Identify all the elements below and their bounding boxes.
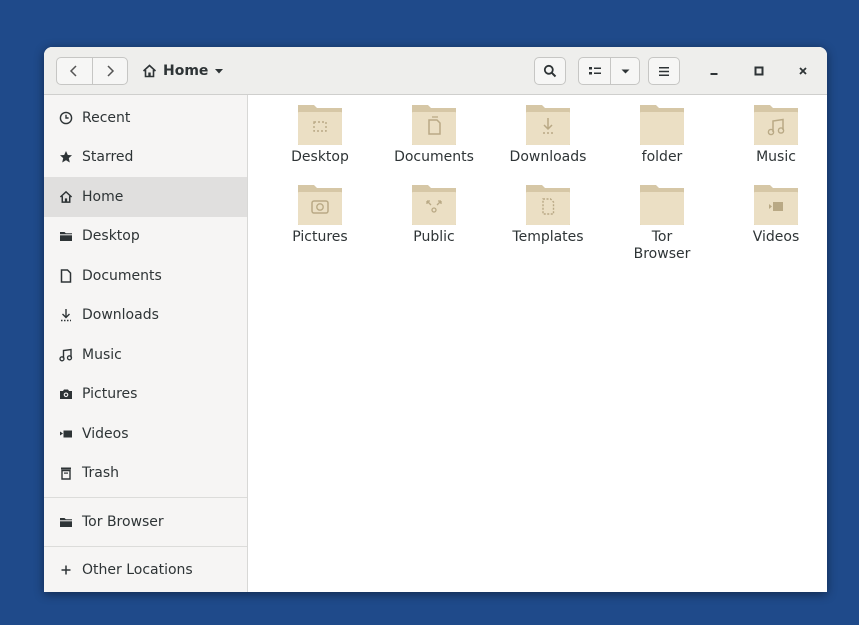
- file-item-videos[interactable]: Videos: [719, 183, 827, 246]
- file-label: Music: [756, 149, 796, 165]
- templates-folder-icon: [526, 185, 570, 225]
- chevron-right-icon: [107, 65, 114, 77]
- music-folder-icon: [754, 105, 798, 145]
- chevron-left-icon: [70, 65, 77, 77]
- sidebar-item-documents[interactable]: Documents: [44, 256, 247, 296]
- navigation-buttons: [56, 57, 128, 85]
- plus-icon: [61, 565, 71, 575]
- folder-icon: [60, 232, 72, 242]
- clock-icon: [59, 111, 73, 125]
- header-bar: Home: [44, 47, 827, 95]
- list-view-icon: [588, 67, 601, 75]
- pictures-folder-icon: [298, 185, 342, 225]
- sidebar-item-label: Music: [82, 346, 122, 363]
- folder-icon: [640, 105, 684, 145]
- chevron-down-icon: [215, 69, 224, 74]
- forward-button[interactable]: [91, 58, 128, 84]
- file-label: folder: [641, 149, 683, 165]
- sidebar-item-label: Starred: [82, 149, 134, 166]
- public-folder-icon: [412, 185, 456, 225]
- downloads-folder-icon: [526, 105, 570, 145]
- sidebar-item-label: Desktop: [82, 228, 140, 245]
- maximize-button[interactable]: [745, 57, 773, 85]
- close-button[interactable]: [789, 57, 817, 85]
- sidebar-item-starred[interactable]: Starred: [44, 138, 247, 178]
- back-button[interactable]: [57, 58, 92, 84]
- path-label: Home: [163, 63, 209, 79]
- file-item-documents[interactable]: Documents: [377, 103, 491, 166]
- search-button[interactable]: [534, 57, 566, 85]
- home-icon: [142, 64, 157, 78]
- path-bar-home[interactable]: Home: [142, 57, 224, 85]
- file-manager-window: Home Recent Starred Home Desktop Documen…: [44, 47, 827, 592]
- sidebar-item-recent[interactable]: Recent: [44, 98, 247, 138]
- file-item-folder[interactable]: folder: [605, 103, 719, 166]
- sidebar-item-label: Recent: [82, 109, 131, 126]
- close-icon: [799, 67, 807, 75]
- chevron-down-icon: [621, 69, 630, 73]
- file-label: Tor Browser: [633, 229, 691, 262]
- sidebar-item-label: Other Locations: [82, 562, 193, 579]
- view-toggle-group: [578, 57, 640, 85]
- file-label: Templates: [512, 229, 584, 245]
- file-label: Documents: [394, 149, 474, 165]
- file-label: Downloads: [509, 149, 587, 165]
- sidebar-item-label: Downloads: [82, 307, 159, 324]
- file-label: Pictures: [292, 229, 348, 245]
- star-icon: [60, 151, 72, 163]
- view-mode-button[interactable]: [579, 58, 612, 84]
- sidebar-item-music[interactable]: Music: [44, 335, 247, 375]
- file-view: Desktop Documents Downloads folder Music: [248, 95, 827, 592]
- folder-icon: [60, 517, 72, 527]
- sidebar-item-desktop[interactable]: Desktop: [44, 217, 247, 257]
- home-icon: [59, 190, 73, 203]
- sidebar-item-label: Videos: [82, 425, 129, 442]
- music-icon: [59, 348, 73, 362]
- sidebar-item-label: Trash: [82, 465, 119, 482]
- videos-folder-icon: [754, 185, 798, 225]
- download-icon: [61, 309, 71, 322]
- sidebar-item-label: Tor Browser: [82, 513, 164, 530]
- menu-button[interactable]: [648, 57, 680, 85]
- file-item-templates[interactable]: Templates: [491, 183, 605, 246]
- minimize-button[interactable]: [700, 57, 728, 85]
- file-label: Public: [413, 229, 455, 245]
- sidebar-item-label: Home: [82, 188, 124, 205]
- file-item-music[interactable]: Music: [719, 103, 827, 166]
- file-item-downloads[interactable]: Downloads: [491, 103, 605, 166]
- file-item-public[interactable]: Public: [377, 183, 491, 246]
- desktop-folder-icon: [298, 105, 342, 145]
- file-item-tor-browser[interactable]: Tor Browser: [605, 183, 719, 263]
- view-options-dropdown[interactable]: [611, 58, 639, 84]
- documents-folder-icon: [412, 105, 456, 145]
- sidebar-item-trash[interactable]: Trash: [44, 454, 247, 494]
- camera-icon: [60, 389, 72, 400]
- sidebar-item-label: Documents: [82, 267, 162, 284]
- sidebar-item-downloads[interactable]: Downloads: [44, 296, 247, 336]
- places-sidebar: Recent Starred Home Desktop Documents Do…: [44, 95, 248, 592]
- hamburger-icon: [659, 66, 669, 76]
- trash-icon: [61, 467, 71, 480]
- folder-icon: [640, 185, 684, 225]
- minimize-icon: [710, 73, 718, 75]
- file-label: Desktop: [291, 149, 349, 165]
- video-icon: [60, 430, 72, 438]
- sidebar-item-tor-browser[interactable]: Tor Browser: [44, 502, 247, 542]
- sidebar-item-other-locations[interactable]: Other Locations: [44, 551, 247, 591]
- document-icon: [60, 269, 72, 283]
- file-item-pictures[interactable]: Pictures: [263, 183, 377, 246]
- sidebar-item-home[interactable]: Home: [44, 177, 247, 217]
- maximize-icon: [754, 66, 764, 76]
- sidebar-item-videos[interactable]: Videos: [44, 414, 247, 454]
- sidebar-item-pictures[interactable]: Pictures: [44, 375, 247, 415]
- search-icon: [543, 64, 557, 78]
- file-item-desktop[interactable]: Desktop: [263, 103, 377, 166]
- file-label: Videos: [752, 229, 800, 245]
- sidebar-item-label: Pictures: [82, 386, 138, 403]
